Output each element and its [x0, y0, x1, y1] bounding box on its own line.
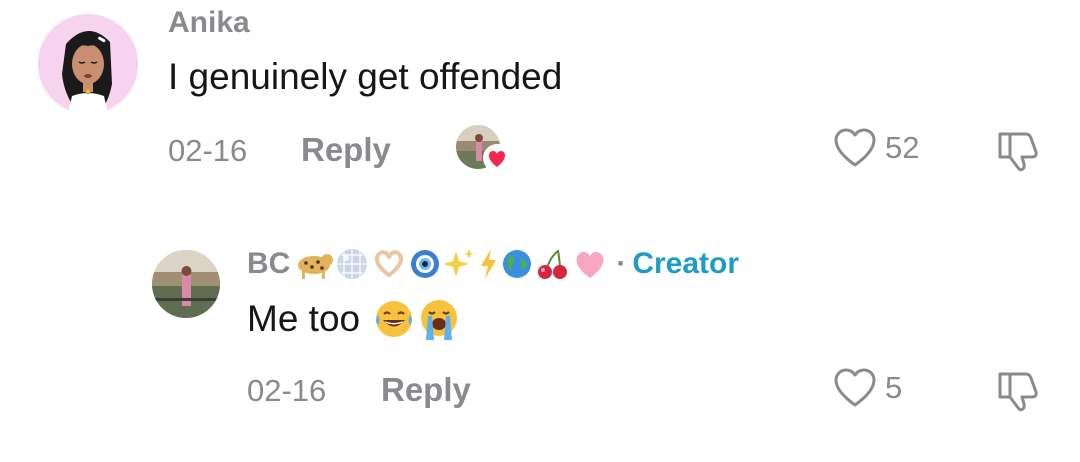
- avatar[interactable]: [38, 14, 138, 114]
- comment-text: I genuinely get offended: [168, 56, 563, 97]
- thumbs-down-icon: [998, 132, 1038, 172]
- face-with-tears-of-joy-icon: [376, 301, 413, 337]
- like-count: 5: [885, 370, 903, 405]
- comment-date: 02-16: [247, 373, 327, 408]
- avatar[interactable]: [152, 250, 220, 318]
- like-count: 52: [885, 130, 920, 165]
- like-button[interactable]: 5: [833, 367, 902, 409]
- reply-button[interactable]: Reply: [381, 371, 471, 409]
- comment-username-line: BC · Creator: [247, 246, 739, 282]
- cherries-icon: [538, 249, 568, 279]
- like-button[interactable]: 52: [833, 127, 919, 169]
- comment-text: Me too: [247, 298, 361, 339]
- dislike-button[interactable]: [994, 366, 1042, 419]
- sparkles-icon: [443, 249, 475, 277]
- comment-username[interactable]: Anika: [168, 6, 250, 40]
- globe-icon: [503, 250, 532, 278]
- comment-text-line: Me too: [247, 296, 462, 342]
- dislike-button[interactable]: [994, 126, 1042, 179]
- username-emojis: [294, 246, 608, 282]
- heart-hands-icon: [375, 250, 404, 277]
- text-emojis: [372, 296, 462, 342]
- pink-heart-icon: [576, 251, 604, 278]
- thumbs-down-icon: [998, 372, 1038, 412]
- separator-dot: ·: [616, 247, 627, 280]
- creator-heart-badge-icon: [483, 144, 511, 172]
- comment-username[interactable]: BC: [247, 247, 290, 281]
- creator-liked-badge: [456, 125, 512, 173]
- creator-badge: Creator: [632, 247, 740, 280]
- heart-outline-icon: [834, 128, 876, 167]
- comment-item: Anika I genuinely get offended 02-16 Rep…: [0, 0, 1080, 200]
- comment-date: 02-16: [168, 133, 248, 168]
- loudly-crying-face-icon: [421, 300, 458, 340]
- reply-button[interactable]: Reply: [301, 131, 391, 169]
- photo-avatar-icon: [152, 250, 220, 318]
- cartoon-girl-avatar-icon: [38, 14, 138, 114]
- heart-outline-icon: [834, 368, 876, 407]
- leopard-icon: [298, 254, 334, 279]
- reply-comment-item: BC · Creator Me too 02-16 Reply 5: [0, 230, 1080, 462]
- nazar-amulet-icon: [411, 250, 440, 278]
- mirror-ball-icon: [337, 249, 368, 279]
- high-voltage-icon: [481, 249, 497, 279]
